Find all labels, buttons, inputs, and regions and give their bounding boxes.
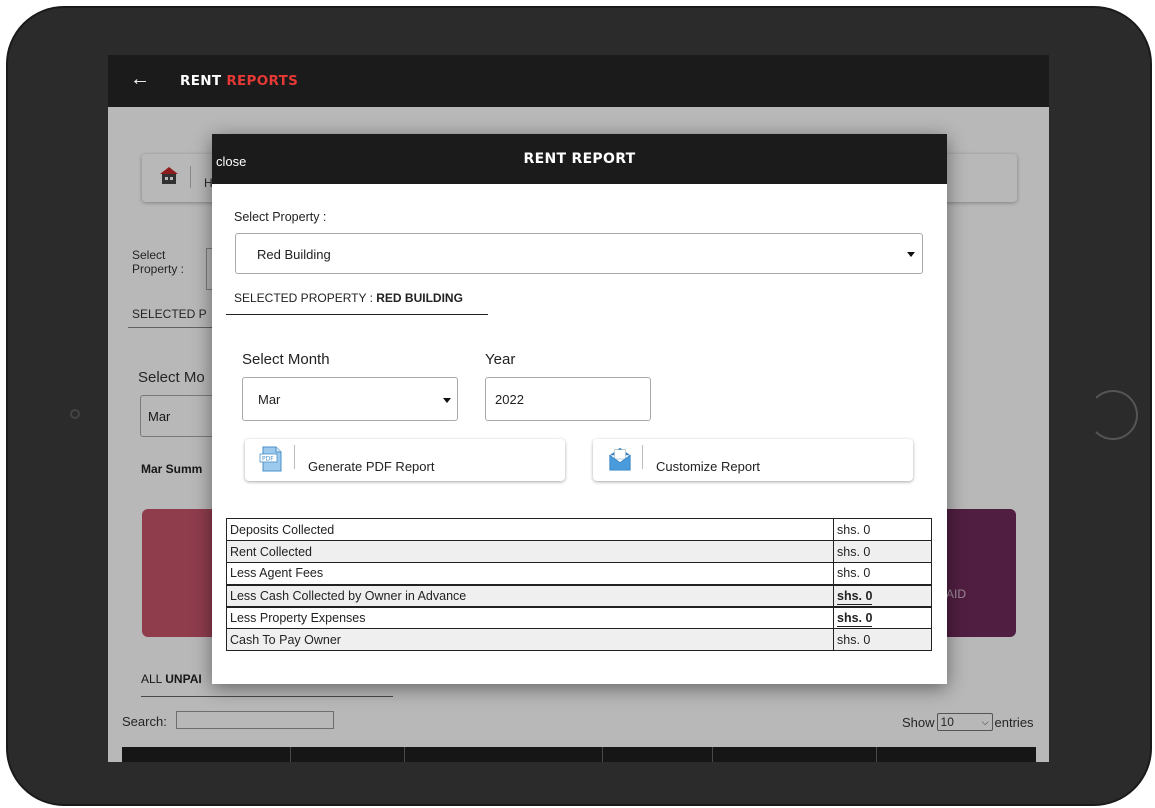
- report-body: Deposits Collected shs. 0 Rent Collected…: [226, 518, 932, 651]
- row-amount: shs. 0: [833, 562, 932, 585]
- app-header: ← RENT REPORTS: [108, 55, 1049, 107]
- modal-title: RENT REPORT: [523, 151, 636, 167]
- row-amount: shs. 0: [833, 628, 932, 651]
- table-row: Rent Collected shs. 0: [226, 540, 932, 563]
- customize-report-label: Customize Report: [656, 459, 761, 474]
- month-select-value: Mar: [258, 392, 281, 407]
- row-amount: shs. 0: [833, 583, 932, 607]
- home-button[interactable]: [1088, 390, 1138, 440]
- selected-property: SELECTED PROPERTY : RED BUILDING: [226, 291, 488, 315]
- row-label: Deposits Collected: [226, 518, 834, 541]
- row-amount: shs. 0: [833, 540, 932, 563]
- divider: [294, 445, 295, 469]
- row-label: Less Property Expenses: [226, 605, 834, 629]
- caret-down-icon: [907, 252, 915, 257]
- divider: [642, 445, 643, 469]
- month-label: Select Month: [242, 351, 330, 368]
- table-row: Cash To Pay Owner shs. 0: [226, 628, 932, 651]
- property-select-value: Red Building: [257, 247, 331, 262]
- year-input[interactable]: [485, 377, 651, 421]
- report-table: Deposits Collected shs. 0 Rent Collected…: [226, 518, 932, 651]
- svg-text:PDF: PDF: [262, 456, 274, 463]
- caret-down-icon: [443, 398, 451, 403]
- arrow-left-icon[interactable]: ←: [130, 68, 150, 91]
- table-row: Less Agent Fees shs. 0: [226, 562, 932, 585]
- customize-report-button[interactable]: Customize Report: [593, 439, 913, 481]
- row-label: Rent Collected: [226, 540, 834, 563]
- pdf-file-icon: PDF: [259, 446, 282, 472]
- row-amount: shs. 0: [833, 518, 932, 541]
- row-amount: shs. 0: [833, 605, 932, 629]
- rent-report-modal: close RENT REPORT Select Property : Red …: [212, 134, 947, 684]
- row-label: Less Cash Collected by Owner in Advance: [226, 583, 834, 607]
- row-label: Less Agent Fees: [226, 562, 834, 585]
- property-label: Select Property :: [234, 210, 327, 224]
- app-screen: ← RENT REPORTS H Select Property : SELEC…: [108, 55, 1049, 762]
- table-row: Deposits Collected shs. 0: [226, 518, 932, 541]
- envelope-open-icon: [609, 447, 631, 471]
- property-select[interactable]: Red Building: [235, 233, 923, 274]
- year-label: Year: [485, 351, 516, 368]
- generate-pdf-button[interactable]: PDF Generate PDF Report: [245, 439, 565, 481]
- modal-header: close RENT REPORT: [212, 134, 947, 184]
- generate-pdf-label: Generate PDF Report: [308, 459, 435, 474]
- table-row: Less Property Expenses shs. 0: [226, 605, 932, 629]
- row-label: Cash To Pay Owner: [226, 628, 834, 651]
- app-title: RENT REPORTS: [180, 73, 299, 89]
- table-row: Less Cash Collected by Owner in Advance …: [226, 583, 932, 607]
- month-select[interactable]: Mar: [242, 377, 458, 421]
- camera-icon: [70, 409, 80, 419]
